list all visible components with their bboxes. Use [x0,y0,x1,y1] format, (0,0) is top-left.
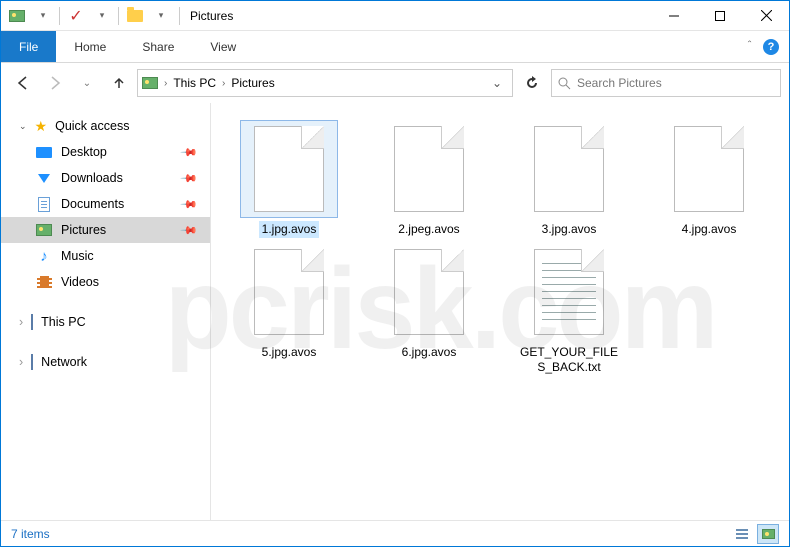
videos-icon [35,273,53,291]
app-icon[interactable] [5,4,29,28]
file-item[interactable]: 6.jpg.avos [375,244,483,376]
help-icon[interactable]: ? [763,39,779,55]
pin-icon: 📌 [180,221,199,240]
new-folder-icon[interactable] [123,4,147,28]
file-name: 2.jpeg.avos [395,221,462,238]
chevron-right-icon: › [19,355,23,369]
recent-locations-button[interactable]: ⌄ [73,69,101,97]
sidebar-item-label: Videos [61,275,99,289]
unknown-file-icon [674,126,744,212]
network-icon [31,355,33,369]
ribbon: File Home Share View ＾ ? [1,31,789,63]
file-name: 4.jpg.avos [679,221,740,238]
file-item[interactable]: GET_YOUR_FILES_BACK.txt [515,244,623,376]
pin-icon: 📌 [180,195,199,214]
file-name: 6.jpg.avos [399,344,460,361]
status-bar: 7 items [1,520,789,546]
search-input[interactable]: Search Pictures [551,69,781,97]
downloads-icon [35,169,53,187]
item-count: 7 items [11,527,50,541]
search-icon [558,77,571,90]
window-title: Pictures [182,9,233,23]
file-item[interactable]: 2.jpeg.avos [375,121,483,238]
sidebar-item-label: Quick access [55,119,129,133]
qat-customize-icon[interactable]: ▾ [149,4,173,28]
sidebar-item-label: Downloads [61,171,123,185]
sidebar-item-label: Desktop [61,145,107,159]
sidebar-item-label: This PC [41,315,85,329]
unknown-file-icon [534,126,604,212]
unknown-file-icon [394,249,464,335]
sidebar-this-pc[interactable]: › This PC [1,309,210,335]
sidebar-quick-access[interactable]: ⌄ ★ Quick access [1,113,210,139]
chevron-right-icon[interactable]: › [164,78,167,89]
tab-share[interactable]: Share [124,31,192,62]
sidebar-item-videos[interactable]: Videos [1,269,210,295]
properties-icon[interactable]: ✓ [64,4,88,28]
text-file-icon [534,249,604,335]
location-icon [142,77,158,89]
back-button[interactable] [9,69,37,97]
sidebar-item-label: Documents [61,197,124,211]
qat-chevron-icon[interactable]: ▾ [31,4,55,28]
file-item[interactable]: 1.jpg.avos [235,121,343,238]
quick-access-toolbar: ▾ ✓ ▾ ▾ [1,4,177,28]
refresh-button[interactable] [517,69,547,97]
file-item[interactable]: 3.jpg.avos [515,121,623,238]
search-placeholder: Search Pictures [577,76,662,90]
pictures-icon [35,221,53,239]
unknown-file-icon [254,249,324,335]
forward-button[interactable] [41,69,69,97]
details-view-button[interactable] [731,524,753,544]
pin-icon: 📌 [180,169,199,188]
sidebar-item-documents[interactable]: Documents 📌 [1,191,210,217]
large-icons-view-button[interactable] [757,524,779,544]
navigation-pane: ⌄ ★ Quick access Desktop📌Downloads📌Docum… [1,103,211,520]
navigation-bar: ⌄ › This PC › Pictures ⌄ Search Pictures [1,63,789,103]
sidebar-item-label: Pictures [61,223,106,237]
chevron-right-icon: › [19,315,23,329]
file-name: GET_YOUR_FILES_BACK.txt [515,344,623,376]
music-icon: ♪ [35,247,53,265]
minimize-button[interactable] [651,1,697,31]
tab-home[interactable]: Home [56,31,124,62]
title-bar: ▾ ✓ ▾ ▾ Pictures [1,1,789,31]
sidebar-item-music[interactable]: ♪ Music [1,243,210,269]
chevron-right-icon[interactable]: › [222,78,225,89]
file-item[interactable]: 4.jpg.avos [655,121,763,238]
file-name: 5.jpg.avos [259,344,320,361]
star-icon: ★ [35,118,48,135]
file-tab[interactable]: File [1,31,56,62]
separator [179,7,180,25]
desktop-icon [35,143,53,161]
breadcrumb-pictures[interactable]: Pictures [231,76,274,90]
file-name: 3.jpg.avos [539,221,600,238]
maximize-button[interactable] [697,1,743,31]
file-item[interactable]: 5.jpg.avos [235,244,343,376]
close-button[interactable] [743,1,789,31]
file-name: 1.jpg.avos [259,221,320,238]
sidebar-item-downloads[interactable]: Downloads 📌 [1,165,210,191]
qat-chevron-icon[interactable]: ▾ [90,4,114,28]
sidebar-item-pictures[interactable]: Pictures 📌 [1,217,210,243]
this-pc-icon [31,315,33,329]
ribbon-expand-icon[interactable]: ＾ [744,39,755,55]
separator [118,7,119,25]
documents-icon [35,195,53,213]
address-bar[interactable]: › This PC › Pictures ⌄ [137,69,513,97]
pin-icon: 📌 [180,143,199,162]
up-button[interactable] [105,69,133,97]
chevron-down-icon: ⌄ [19,121,27,132]
sidebar-network[interactable]: › Network [1,349,210,375]
sidebar-item-label: Music [61,249,94,263]
breadcrumb-this-pc[interactable]: This PC [173,76,216,90]
tab-view[interactable]: View [192,31,254,62]
file-view[interactable]: 1.jpg.avos 2.jpeg.avos 3.jpg.avos 4.jpg.avo… [211,103,789,520]
separator [59,7,60,25]
sidebar-item-desktop[interactable]: Desktop 📌 [1,139,210,165]
unknown-file-icon [394,126,464,212]
unknown-file-icon [254,126,324,212]
sidebar-item-label: Network [41,355,87,369]
address-dropdown-icon[interactable]: ⌄ [486,76,508,90]
